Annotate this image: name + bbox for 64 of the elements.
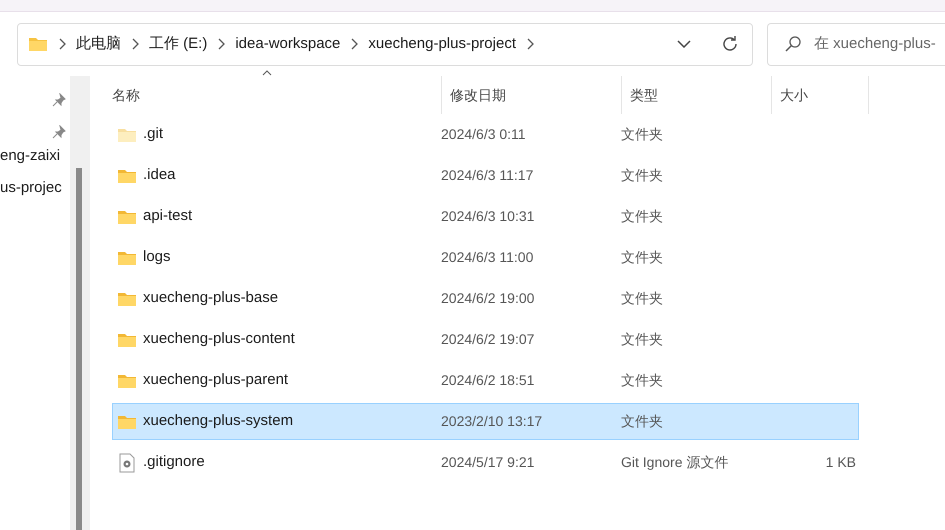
- file-row[interactable]: api-test 2024/6/3 10:31 文件夹: [112, 198, 859, 235]
- file-row[interactable]: .git 2024/6/3 0:11 文件夹: [112, 116, 859, 153]
- address-bar[interactable]: 此电脑 工作 (E:) idea-workspace xuecheng-plus-project: [17, 22, 753, 66]
- chevron-right-icon: [58, 38, 66, 50]
- file-name: logs: [143, 247, 171, 268]
- file-name: xuecheng-plus-base: [143, 288, 278, 308]
- modified-date: 2024/6/3 10:31: [441, 208, 534, 224]
- breadcrumb[interactable]: xuecheng-plus-project: [368, 32, 516, 56]
- file-name: xuecheng-plus-content: [143, 329, 295, 350]
- nav-item[interactable]: us-projec: [0, 172, 70, 204]
- modified-date: 2024/6/3 11:17: [441, 166, 534, 182]
- column-header-cell[interactable]: 大小: [772, 76, 869, 114]
- column-header-cell[interactable]: 名称: [112, 76, 442, 114]
- file-row[interactable]: .idea 2024/6/3 11:17 文件夹: [112, 157, 859, 194]
- file-type: 文件夹: [621, 126, 663, 142]
- search-placeholder: 在 xuecheng-plus-: [814, 34, 936, 54]
- folder-icon: [28, 36, 48, 52]
- column-header-cell[interactable]: 类型: [622, 76, 772, 114]
- file-row[interactable]: xuecheng-plus-content 2024/6/2 19:07 文件夹: [112, 321, 859, 358]
- chevron-right-icon: [526, 38, 534, 50]
- file-row[interactable]: xuecheng-plus-base 2024/6/2 19:00 文件夹: [112, 280, 859, 317]
- search-field[interactable]: 在 xuecheng-plus-: [767, 22, 945, 66]
- modified-date: 2024/6/3 0:11: [441, 126, 526, 142]
- modified-date: 2024/5/17 9:21: [441, 454, 534, 470]
- file-row[interactable]: xuecheng-plus-parent 2024/6/2 18:51 文件夹: [112, 362, 859, 399]
- file-type: 文件夹: [621, 290, 663, 306]
- column-header-cell[interactable]: 修改日期: [442, 76, 622, 114]
- chevron-right-icon: [350, 38, 358, 50]
- chevron-right-icon: [217, 38, 226, 50]
- file-type: 文件夹: [621, 248, 663, 264]
- search-icon: [784, 35, 802, 53]
- file-name: xuecheng-plus-parent: [143, 370, 288, 390]
- nav-item[interactable]: eng-zaixi: [0, 140, 70, 172]
- file-type: 文件夹: [621, 372, 663, 388]
- file-size: 1 KB: [826, 454, 856, 470]
- chevron-right-icon: [131, 38, 139, 50]
- column-label: 修改日期: [450, 86, 506, 104]
- file-row[interactable]: xuecheng-plus-system 2023/2/10 13:17 文件夹: [112, 403, 859, 440]
- file-type: 文件夹: [621, 166, 663, 182]
- file-type: Git Ignore 源文件: [621, 454, 728, 470]
- modified-date: 2024/6/2 19:07: [441, 330, 534, 346]
- column-label: 大小: [780, 86, 808, 104]
- modified-date: 2024/6/2 19:00: [441, 290, 534, 306]
- file-name: .gitignore: [143, 452, 205, 472]
- modified-date: 2023/2/10 13:17: [441, 412, 542, 428]
- chevron-down-icon[interactable]: [677, 40, 691, 48]
- file-name: .git: [143, 124, 164, 144]
- file-row[interactable]: .gitignore 2024/5/17 9:21 Git Ignore 源文件 1 KB: [112, 444, 859, 481]
- file-type: 文件夹: [621, 412, 663, 428]
- file-type: 文件夹: [621, 208, 663, 224]
- breadcrumb[interactable]: idea-workspace: [235, 32, 340, 56]
- scrollbar-thumb[interactable]: [76, 168, 82, 530]
- breadcrumb[interactable]: 工作 (E:): [149, 32, 208, 56]
- file-name: xuecheng-plus-system: [143, 411, 294, 432]
- refresh-icon[interactable]: [721, 35, 739, 53]
- breadcrumb[interactable]: 此电脑: [76, 32, 121, 56]
- modified-date: 2024/6/2 18:51: [441, 372, 534, 388]
- column-label: 名称: [112, 86, 140, 104]
- column-label: 类型: [630, 86, 658, 104]
- file-name: api-test: [143, 206, 192, 226]
- file-name: .idea: [143, 165, 176, 186]
- modified-date: 2024/6/3 11:00: [441, 248, 534, 264]
- file-type: 文件夹: [621, 330, 663, 346]
- file-row[interactable]: logs 2024/6/3 11:00 文件夹: [112, 239, 859, 276]
